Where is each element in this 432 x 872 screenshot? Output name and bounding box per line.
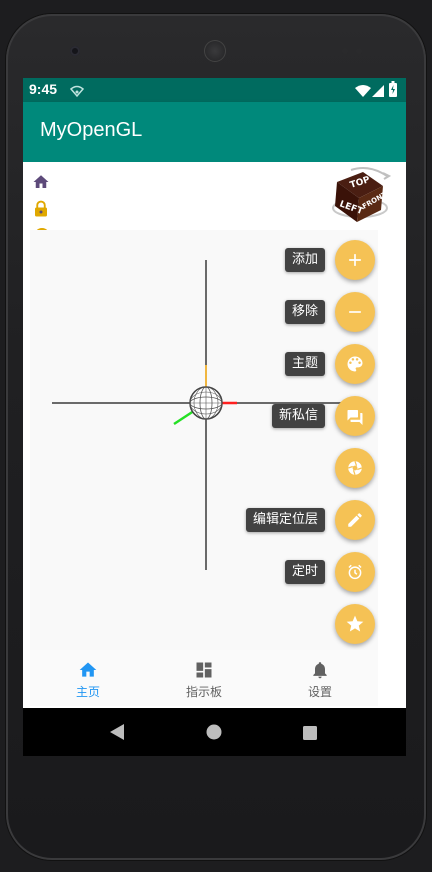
nav-item-settings[interactable]: 设置 — [262, 650, 378, 706]
system-navigation-bar — [23, 708, 406, 756]
fab-label-timer[interactable]: 定时 — [284, 560, 325, 584]
chat-icon — [347, 410, 363, 425]
camera-fab[interactable] — [335, 448, 375, 488]
home-tool-button[interactable] — [31, 172, 51, 192]
app-title: MyOpenGL — [40, 119, 143, 141]
battery-icon — [389, 81, 397, 101]
back-button[interactable] — [109, 723, 125, 745]
dashboard-icon — [196, 662, 212, 678]
gl-canvas[interactable] — [30, 230, 378, 650]
favorite-fab[interactable] — [335, 604, 375, 644]
nav-item-home[interactable]: 主页 — [30, 650, 146, 706]
status-bar: 9:45 — [23, 78, 406, 102]
front-camera — [70, 46, 80, 56]
bottom-navigation: 主页 指示板 设置 — [30, 650, 378, 706]
fab-label-add[interactable]: 添加 — [284, 248, 325, 272]
theme-fab[interactable] — [335, 344, 375, 384]
nav-label-dashboard: 指示板 — [185, 685, 222, 699]
nav-label-home: 主页 — [75, 685, 100, 699]
app-bar: MyOpenGL — [23, 102, 406, 162]
lock-tool-button[interactable] — [31, 199, 51, 219]
view-cube-icon: TOP LEFT FRONT — [332, 167, 392, 222]
home-icon — [33, 175, 49, 188]
add-fab[interactable] — [335, 240, 375, 280]
star-icon — [346, 615, 364, 632]
recents-square-icon — [303, 726, 317, 740]
nav-item-dashboard[interactable]: 指示板 — [146, 650, 262, 706]
nav-label-settings: 设置 — [307, 685, 332, 699]
plus-icon — [349, 254, 361, 266]
earpiece-speaker — [204, 40, 226, 62]
edit-layer-fab[interactable] — [335, 500, 375, 540]
palette-icon — [347, 356, 363, 372]
remove-fab[interactable] — [335, 292, 375, 332]
back-triangle-icon — [110, 724, 124, 740]
wifi-icon — [355, 83, 371, 102]
camera-iris-icon — [348, 461, 362, 475]
home-icon — [79, 662, 97, 677]
bell-icon — [313, 662, 327, 679]
timer-fab[interactable] — [335, 552, 375, 592]
home-button[interactable] — [206, 724, 222, 744]
home-circle-icon — [206, 724, 222, 740]
recents-button[interactable] — [303, 725, 317, 744]
alarm-icon — [348, 564, 362, 580]
fab-label-theme[interactable]: 主题 — [284, 352, 325, 376]
minus-icon — [349, 311, 361, 313]
fab-label-new-message[interactable]: 新私信 — [271, 404, 325, 428]
view-cube[interactable]: TOP LEFT FRONT — [329, 164, 392, 226]
notification-icon — [69, 83, 85, 102]
proximity-sensor — [342, 48, 348, 54]
light-sensor — [356, 48, 362, 54]
signal-icon — [372, 83, 384, 102]
new-message-fab[interactable] — [335, 396, 375, 436]
fab-label-remove[interactable]: 移除 — [284, 300, 325, 324]
lock-icon — [35, 200, 47, 217]
axes-gizmo — [52, 260, 350, 570]
pencil-icon — [348, 513, 362, 527]
fab-label-edit-layer[interactable]: 编辑定位层 — [245, 508, 325, 532]
status-time: 9:45 — [29, 81, 58, 97]
screen: 9:45 MyOpenGL TOP LEFT FRONT 添加 移除 主题 新私… — [23, 78, 406, 708]
main-content: TOP LEFT FRONT 添加 移除 主题 新私信 编辑定位层 定时 — [23, 162, 406, 650]
